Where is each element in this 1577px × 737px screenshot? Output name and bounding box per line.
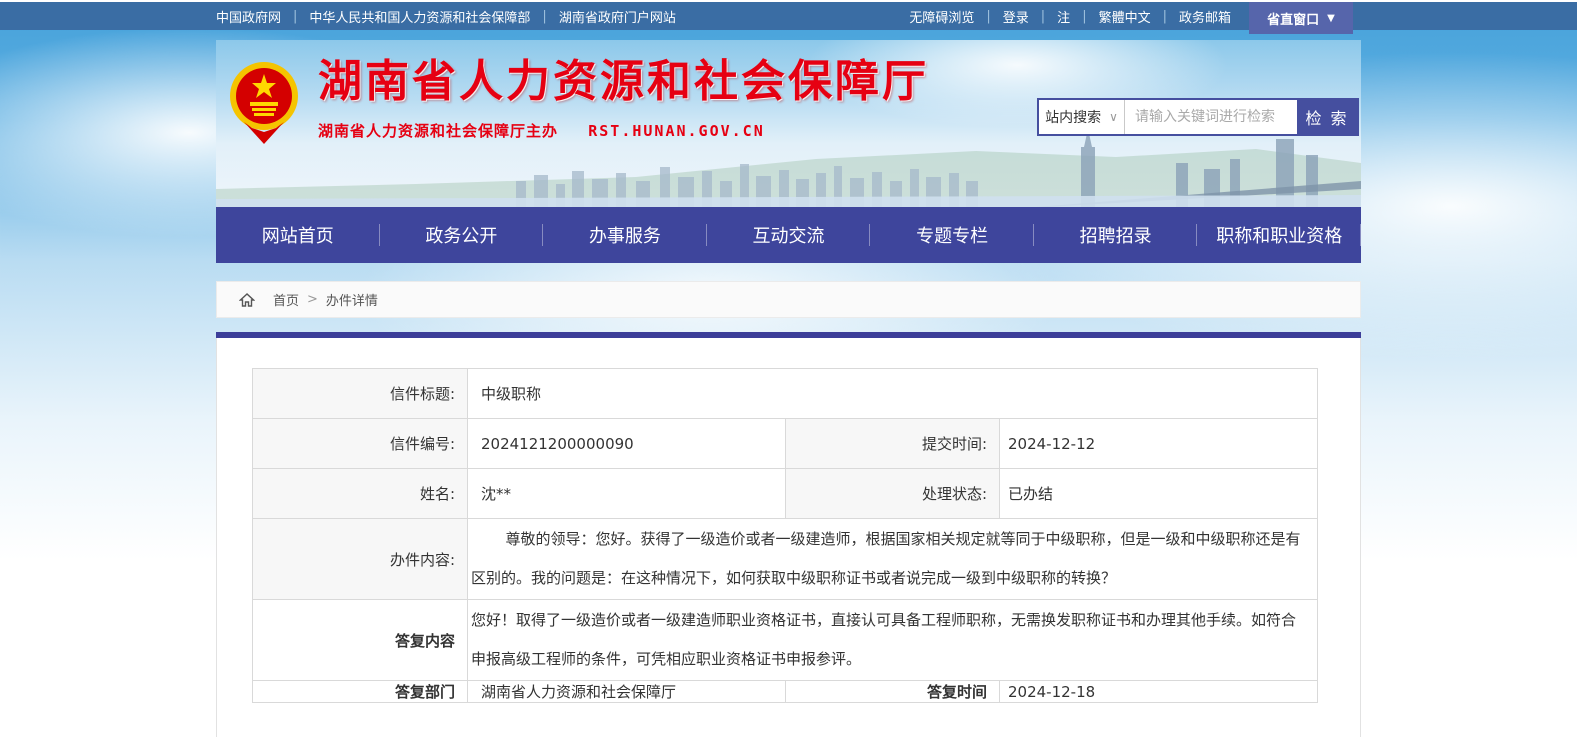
table-row-title: 信件标题: 中级职称 [253,369,1318,419]
reply-dept-value: 湖南省人力资源和社会保障厅 [468,681,786,703]
search-scope-select[interactable]: 站内搜索 [1039,100,1125,134]
topbar-left-links: 中国政府网 中华人民共和国人力资源和社会保障部 湖南省政府门户网站 [216,7,676,26]
site-subtitle: 湖南省人力资源和社会保障厅主办 RST.HUNAN.GOV.CN [318,120,929,141]
topbar-right-links: 无障碍浏览 登录 注 繁體中文 政务邮箱 [909,7,1231,26]
nav-item-professional-titles[interactable]: 职称和职业资格 [1197,207,1361,263]
breadcrumb: 首页 > 办件详情 [216,281,1361,318]
nav-item-services[interactable]: 办事服务 [543,207,707,263]
dropdown-arrow-icon: ▼ [1327,13,1335,24]
reply-value: 您好！取得了一级造价或者一级建造师职业资格证书，直接认可具备工程师职称，无需换发… [468,600,1318,681]
reply-time-label: 答复时间 [786,681,1000,703]
table-row-name: 姓名: 沈** 处理状态: 已办结 [253,469,1318,519]
top-utility-bar: 中国政府网 中华人民共和国人力资源和社会保障部 湖南省政府门户网站 无障碍浏览 … [0,2,1577,30]
divider [1163,9,1167,24]
nav-item-home[interactable]: 网站首页 [216,207,380,263]
table-row-reply: 答复内容 您好！取得了一级造价或者一级建造师职业资格证书，直接认可具备工程师职称… [253,600,1318,681]
topbar-link-china-gov[interactable]: 中国政府网 [216,7,281,26]
nav-item-gov-info[interactable]: 政务公开 [380,207,544,263]
content-label: 办件内容: [253,519,468,600]
content-value: 尊敬的领导：您好。获得了一级造价或者一级建造师，根据国家相关规定就等同于中级职称… [468,519,1318,600]
nav-item-interaction[interactable]: 互动交流 [707,207,871,263]
national-emblem-logo [228,58,300,144]
submit-time-value: 2024-12-12 [1000,419,1318,469]
divider [1041,9,1045,24]
detail-table: 信件标题: 中级职称 信件编号: 2024121200000090 提交时间: … [252,368,1318,703]
gov-mail-link[interactable]: 政务邮箱 [1179,7,1231,26]
reply-time-value: 2024-12-18 [1000,681,1318,703]
breadcrumb-current: 办件详情 [326,290,378,309]
letter-number-value: 2024121200000090 [468,419,786,469]
status-label: 处理状态: [786,469,1000,519]
search-button[interactable]: 检 索 [1297,100,1357,134]
nav-item-recruitment[interactable]: 招聘招录 [1034,207,1198,263]
name-value: 沈** [468,469,786,519]
home-icon [239,292,255,308]
province-window-label: 省直窗口 [1267,9,1319,28]
site-banner: 湖南省人力资源和社会保障厅 湖南省人力资源和社会保障厅主办 RST.HUNAN.… [216,40,1361,207]
search-scope-value: 站内搜索 [1045,107,1101,127]
breadcrumb-separator: > [307,292,318,307]
main-nav: 网站首页 政务公开 办事服务 互动交流 专题专栏 招聘招录 职称和职业资格 [216,207,1361,263]
site-subtitle-text: 湖南省人力资源和社会保障厅主办 [318,122,558,140]
register-link[interactable]: 注 [1057,7,1070,26]
site-search: 站内搜索 检 索 [1037,98,1359,136]
table-row-reply-dept: 答复部门 湖南省人力资源和社会保障厅 答复时间 2024-12-18 [253,681,1318,703]
divider [1082,9,1086,24]
status-value: 已办结 [1000,469,1318,519]
search-input[interactable] [1125,100,1297,134]
submit-time-label: 提交时间: [786,419,1000,469]
table-row-number: 信件编号: 2024121200000090 提交时间: 2024-12-12 [253,419,1318,469]
site-url: RST.HUNAN.GOV.CN [588,122,765,140]
login-link[interactable]: 登录 [1003,7,1029,26]
site-title: 湖南省人力资源和社会保障厅 [318,58,929,106]
letter-detail-panel: 信件标题: 中级职称 信件编号: 2024121200000090 提交时间: … [216,338,1361,737]
letter-number-label: 信件编号: [253,419,468,469]
topbar-link-hunan-gov[interactable]: 湖南省政府门户网站 [559,7,676,26]
province-window-dropdown[interactable]: 省直窗口 ▼ [1249,2,1353,34]
letter-title-label: 信件标题: [253,369,468,419]
letter-title-value: 中级职称 [468,369,1318,419]
traditional-chinese-link[interactable]: 繁體中文 [1099,7,1151,26]
chevron-down-icon [1109,110,1118,124]
reply-dept-label: 答复部门 [253,681,468,703]
divider [293,9,297,24]
reply-label: 答复内容 [253,600,468,681]
topbar-link-mohrss[interactable]: 中华人民共和国人力资源和社会保障部 [309,7,530,26]
divider [986,9,990,24]
breadcrumb-home-link[interactable]: 首页 [273,290,299,309]
divider [542,9,546,24]
name-label: 姓名: [253,469,468,519]
accessibility-link[interactable]: 无障碍浏览 [909,7,974,26]
nav-item-special-topics[interactable]: 专题专栏 [870,207,1034,263]
table-row-content: 办件内容: 尊敬的领导：您好。获得了一级造价或者一级建造师，根据国家相关规定就等… [253,519,1318,600]
